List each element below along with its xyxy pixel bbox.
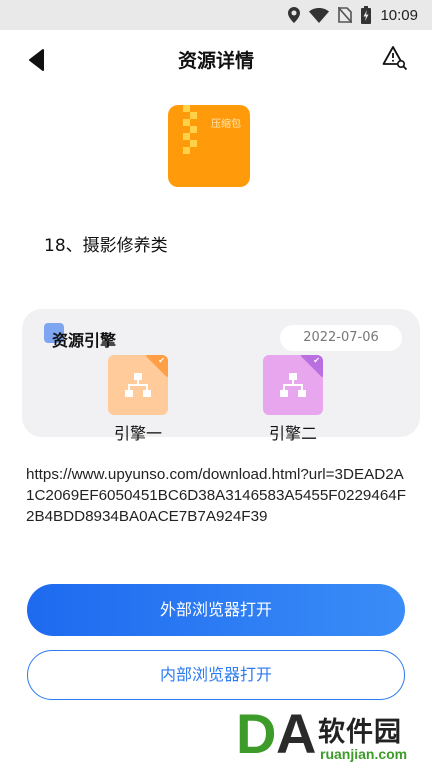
page-title: 资源详情: [177, 50, 254, 72]
resource-url[interactable]: https://www.upyunso.com/download.html?ur…: [26, 464, 410, 527]
location-icon: [288, 7, 301, 23]
status-icons: 10:09: [288, 6, 418, 24]
engine-panel: 资源引擎 2022-07-06 ✔ 引擎一 ✔ 引擎二: [22, 309, 420, 443]
date-badge: 2022-07-06: [280, 325, 402, 351]
engine-option-2[interactable]: ✔ 引擎二: [253, 355, 333, 444]
engine-1-tile: ✔: [108, 355, 168, 415]
warning-search-icon[interactable]: [382, 45, 408, 71]
resource-name: 18、摄影修养类: [44, 236, 168, 256]
open-internal-browser-button[interactable]: 内部浏览器打开: [27, 650, 405, 700]
header: 资源详情: [0, 30, 432, 88]
zip-file-icon: 压缩包: [168, 105, 250, 187]
network-icon: [125, 373, 151, 397]
no-sim-icon: [338, 7, 353, 23]
watermark-logo: D A 软件园 ruanjian.com: [236, 702, 408, 765]
open-external-browser-button[interactable]: 外部浏览器打开: [27, 584, 405, 636]
battery-charging-icon: [361, 6, 372, 24]
engine-panel-title: 资源引擎: [52, 331, 117, 350]
status-time: 10:09: [380, 6, 418, 24]
engine-2-tile: ✔: [263, 355, 323, 415]
engine-option-1[interactable]: ✔ 引擎一: [98, 355, 178, 444]
wifi-icon: [309, 7, 330, 23]
watermark-en: ruanjian.com: [320, 746, 408, 762]
engine-1-label: 引擎一: [113, 424, 162, 443]
engine-2-label: 引擎二: [268, 424, 317, 443]
file-type-label: 压缩包: [211, 119, 241, 130]
watermark-cn: 软件园: [318, 717, 402, 748]
network-icon: [280, 373, 306, 397]
status-bar: 10:09: [0, 0, 432, 30]
